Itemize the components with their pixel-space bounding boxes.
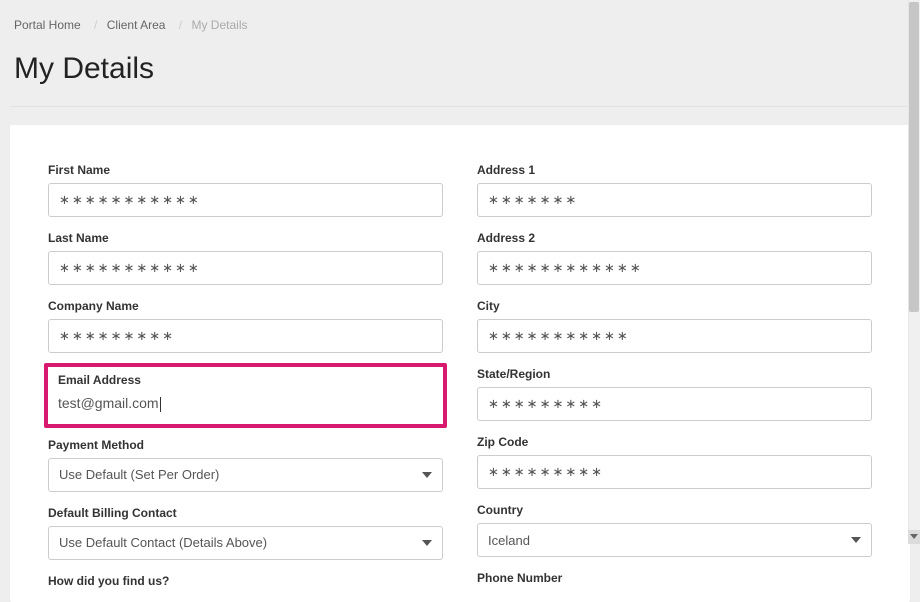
left-column: First Name Last Name Company Name Email … [48, 163, 443, 602]
email-label: Email Address [58, 373, 433, 387]
zip-input[interactable] [477, 455, 872, 489]
details-card: First Name Last Name Company Name Email … [10, 125, 910, 602]
breadcrumb-current: My Details [191, 18, 247, 32]
payment-method-select[interactable]: Use Default (Set Per Order) [48, 458, 443, 492]
email-text: test@gmail.com [58, 395, 159, 411]
text-cursor [160, 397, 161, 412]
breadcrumb: Portal Home / Client Area / My Details [10, 0, 910, 44]
billing-contact-label: Default Billing Contact [48, 506, 443, 520]
last-name-label: Last Name [48, 231, 443, 245]
zip-label: Zip Code [477, 435, 872, 449]
scrollbar-down-button[interactable] [908, 530, 920, 544]
address1-group: Address 1 [477, 163, 872, 217]
address2-group: Address 2 [477, 231, 872, 285]
email-input[interactable]: test@gmail.com [58, 393, 433, 414]
company-name-label: Company Name [48, 299, 443, 313]
page-title: My Details [10, 44, 910, 107]
company-name-input[interactable] [48, 319, 443, 353]
first-name-label: First Name [48, 163, 443, 177]
right-column: Address 1 Address 2 City State/Region Zi [477, 163, 872, 602]
city-group: City [477, 299, 872, 353]
scrollbar-track[interactable] [908, 0, 920, 544]
country-select[interactable]: Iceland [477, 523, 872, 557]
country-group: Country Iceland [477, 503, 872, 557]
payment-method-label: Payment Method [48, 438, 443, 452]
zip-group: Zip Code [477, 435, 872, 489]
state-group: State/Region [477, 367, 872, 421]
address2-label: Address 2 [477, 231, 872, 245]
phone-label: Phone Number [477, 571, 872, 585]
first-name-group: First Name [48, 163, 443, 217]
address1-input[interactable] [477, 183, 872, 217]
breadcrumb-client-area[interactable]: Client Area [107, 18, 166, 32]
find-us-label: How did you find us? [48, 574, 443, 588]
email-highlight: Email Address test@gmail.com [44, 363, 447, 428]
country-label: Country [477, 503, 872, 517]
breadcrumb-sep: / [179, 18, 182, 32]
city-label: City [477, 299, 872, 313]
chevron-down-icon [910, 534, 918, 540]
city-input[interactable] [477, 319, 872, 353]
state-input[interactable] [477, 387, 872, 421]
address1-label: Address 1 [477, 163, 872, 177]
scrollbar-thumb[interactable] [909, 2, 919, 312]
phone-group: Phone Number [477, 571, 872, 585]
address2-input[interactable] [477, 251, 872, 285]
breadcrumb-sep: / [94, 18, 97, 32]
last-name-input[interactable] [48, 251, 443, 285]
breadcrumb-portal-home[interactable]: Portal Home [14, 18, 81, 32]
company-name-group: Company Name [48, 299, 443, 353]
last-name-group: Last Name [48, 231, 443, 285]
billing-contact-select[interactable]: Use Default Contact (Details Above) [48, 526, 443, 560]
state-label: State/Region [477, 367, 872, 381]
find-us-group: How did you find us? [48, 574, 443, 588]
first-name-input[interactable] [48, 183, 443, 217]
billing-contact-group: Default Billing Contact Use Default Cont… [48, 506, 443, 560]
payment-method-group: Payment Method Use Default (Set Per Orde… [48, 438, 443, 492]
